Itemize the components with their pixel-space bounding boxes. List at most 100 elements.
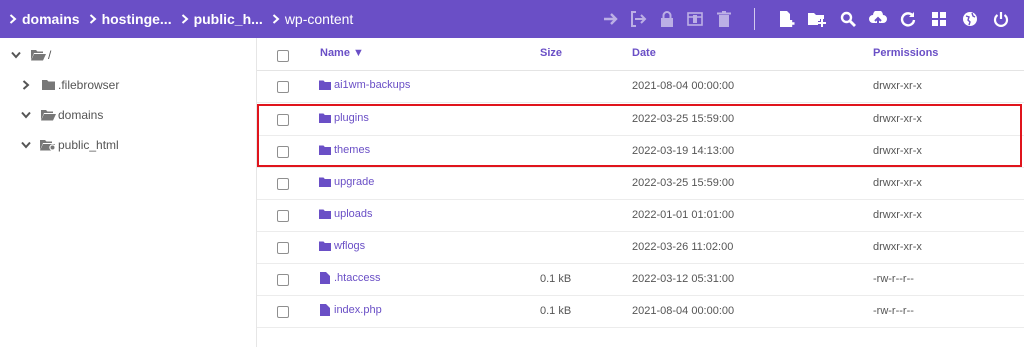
table-row[interactable]: index.php 0.1 kB 2021-08-04 00:00:00 -rw…: [257, 296, 1024, 328]
file-permissions: -rw-r--r--: [873, 305, 914, 317]
toolbar-divider: [754, 8, 755, 30]
tree-item-label: domains: [58, 108, 104, 122]
file-permissions: drwxr-xr-x: [873, 209, 922, 221]
file-date: 2022-03-26 11:02:00: [632, 241, 734, 253]
chevron-down-icon[interactable]: [20, 109, 32, 121]
breadcrumb-public-html[interactable]: public_h...: [192, 11, 269, 27]
file-name[interactable]: .htaccess: [319, 272, 380, 284]
table-header: Name ▼ Size Date Permissions: [257, 38, 1024, 71]
file-icon: [319, 304, 331, 316]
table-row[interactable]: plugins 2022-03-25 15:59:00 drwxr-xr-x: [257, 104, 1024, 136]
row-checkbox[interactable]: [277, 146, 289, 158]
globe-icon[interactable]: [960, 9, 980, 29]
trash-icon[interactable]: [714, 9, 734, 29]
file-icon: [319, 272, 331, 284]
table-row[interactable]: wflogs 2022-03-26 11:02:00 drwxr-xr-x: [257, 232, 1024, 264]
file-name[interactable]: themes: [319, 144, 370, 156]
tree-item-filebrowser[interactable]: .filebrowser: [20, 73, 119, 97]
file-date: 2022-03-12 05:31:00: [632, 273, 735, 285]
row-checkbox[interactable]: [277, 114, 289, 126]
file-permissions: drwxr-xr-x: [873, 80, 922, 92]
table-row[interactable]: .htaccess 0.1 kB 2022-03-12 05:31:00 -rw…: [257, 264, 1024, 296]
row-checkbox[interactable]: [277, 81, 289, 93]
file-size: 0.1 kB: [540, 305, 572, 317]
file-name-text: ai1wm-backups: [334, 79, 411, 91]
file-name[interactable]: index.php: [319, 304, 382, 316]
row-checkbox[interactable]: [277, 178, 289, 190]
chevron-down-icon[interactable]: [10, 49, 22, 61]
file-name[interactable]: plugins: [319, 112, 369, 124]
table-row[interactable]: upgrade 2022-03-25 15:59:00 drwxr-xr-x: [257, 168, 1024, 200]
file-name[interactable]: upgrade: [319, 176, 374, 188]
file-name-text: index.php: [334, 304, 382, 316]
size-column-header[interactable]: Size: [540, 47, 562, 59]
tree-item-domains[interactable]: domains: [20, 103, 103, 127]
row-checkbox[interactable]: [277, 242, 289, 254]
folder-icon: [319, 144, 331, 156]
breadcrumb-wp-content[interactable]: wp-content: [283, 11, 359, 27]
folder-tree: / .filebrowser domains public_html: [0, 38, 257, 347]
arrow-right-icon[interactable]: [601, 9, 621, 29]
file-name[interactable]: wflogs: [319, 240, 365, 252]
name-column-header[interactable]: Name ▼: [320, 47, 364, 59]
table-row[interactable]: uploads 2022-01-01 01:01:00 drwxr-xr-x: [257, 200, 1024, 232]
file-date: 2021-08-04 00:00:00: [632, 80, 735, 92]
new-file-icon[interactable]: [777, 9, 797, 29]
table-row[interactable]: ai1wm-backups 2021-08-04 00:00:00 drwxr-…: [257, 71, 1024, 103]
chevron-right-icon: [178, 0, 192, 38]
breadcrumb-hostinger[interactable]: hostinge...: [100, 11, 178, 27]
folder-icon: [319, 176, 331, 188]
file-name-text: uploads: [334, 208, 373, 220]
row-checkbox[interactable]: [277, 210, 289, 222]
file-table: Name ▼ Size Date Permissions ai1wm-backu…: [257, 38, 1024, 347]
chevron-right-icon: [6, 0, 20, 38]
file-name-text: .htaccess: [334, 272, 381, 284]
breadcrumb: domains hostinge... public_h... wp-conte…: [0, 0, 359, 38]
file-date: 2021-08-04 00:00:00: [632, 305, 735, 317]
grid-view-icon[interactable]: [929, 9, 949, 29]
archive-icon[interactable]: [685, 9, 705, 29]
row-checkbox[interactable]: [277, 306, 289, 318]
move-icon[interactable]: [629, 9, 649, 29]
breadcrumb-domains[interactable]: domains: [20, 11, 86, 27]
tree-item-label: .filebrowser: [58, 78, 120, 92]
row-checkbox[interactable]: [277, 274, 289, 286]
file-permissions: drwxr-xr-x: [873, 241, 922, 253]
refresh-icon[interactable]: [898, 9, 918, 29]
file-name-text: upgrade: [334, 176, 375, 188]
folder-open-icon: [40, 108, 56, 122]
folder-icon: [319, 240, 331, 252]
chevron-right-icon[interactable]: [20, 79, 32, 91]
select-all-checkbox[interactable]: [277, 50, 289, 62]
file-name-text: wflogs: [334, 240, 366, 252]
file-date: 2022-03-19 14:13:00: [632, 145, 735, 157]
folder-icon: [319, 79, 331, 91]
date-column-header[interactable]: Date: [632, 47, 656, 59]
upload-icon[interactable]: [868, 9, 888, 29]
file-date: 2022-01-01 01:01:00: [632, 209, 735, 221]
file-name-text: themes: [334, 144, 371, 156]
tree-item-label: public_html: [58, 138, 119, 152]
tree-item-public-html[interactable]: public_html: [20, 133, 119, 157]
new-folder-icon[interactable]: [807, 9, 827, 29]
tree-item-label: /: [48, 48, 52, 62]
search-icon[interactable]: [838, 9, 858, 29]
tree-item-root[interactable]: /: [10, 43, 51, 67]
top-bar: domains hostinge... public_h... wp-conte…: [0, 0, 1024, 38]
lock-icon[interactable]: [657, 9, 677, 29]
file-date: 2022-03-25 15:59:00: [632, 113, 735, 125]
chevron-right-icon: [86, 0, 100, 38]
file-permissions: -rw-r--r--: [873, 273, 914, 285]
chevron-down-icon[interactable]: [20, 139, 32, 151]
file-name-text: plugins: [334, 112, 369, 124]
power-icon[interactable]: [991, 9, 1011, 29]
file-name[interactable]: uploads: [319, 208, 373, 220]
folder-icon: [319, 112, 331, 124]
folder-icon: [319, 208, 331, 220]
table-row[interactable]: themes 2022-03-19 14:13:00 drwxr-xr-x: [257, 136, 1024, 168]
file-permissions: drwxr-xr-x: [873, 145, 922, 157]
permissions-column-header[interactable]: Permissions: [873, 47, 938, 59]
file-name[interactable]: ai1wm-backups: [319, 79, 410, 91]
chevron-right-icon: [269, 0, 283, 38]
folder-icon: [40, 78, 56, 92]
